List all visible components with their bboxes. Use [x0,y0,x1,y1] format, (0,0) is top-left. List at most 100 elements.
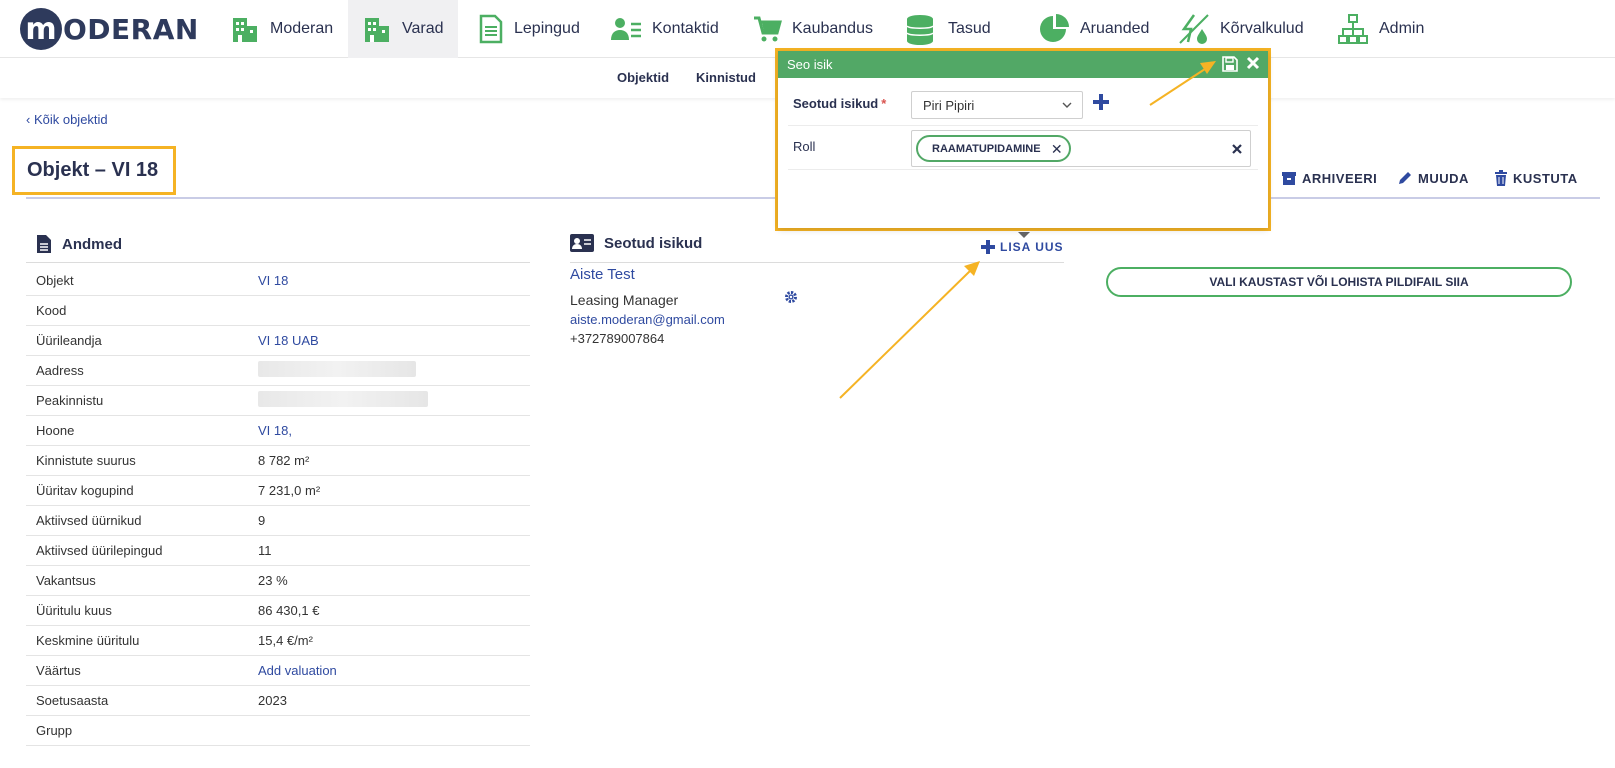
edit-button[interactable]: MUUDA [1397,170,1469,186]
andmed-row: Kood [26,296,530,326]
building-icon [365,18,389,42]
andmed-row-label: Grupp [36,723,73,738]
andmed-row: Grupp [26,716,530,746]
andmed-row-value [258,361,416,380]
andmed-row-value[interactable]: VI 18 UAB [258,333,319,348]
trash-icon [1495,170,1507,186]
andmed-row-value[interactable]: VI 18, [258,423,292,438]
remove-tag-icon[interactable]: ✕ [1051,141,1063,158]
back-link[interactable]: ‹ Kõik objektid [26,112,108,127]
popup-divider [788,125,1258,126]
role-multiselect[interactable]: RAAMATUPIDAMINE ✕ [911,130,1251,167]
chevron-down-icon [1062,102,1072,108]
nav-label: Kõrvalkulud [1220,20,1304,37]
edit-label: MUUDA [1418,170,1469,186]
archive-icon [1282,172,1296,185]
andmed-row-label: Aadress [36,363,84,378]
andmed-row-value: 15,4 €/m² [258,633,313,648]
building-icon [233,18,257,42]
nav-item-kontaktid[interactable]: Kontaktid [610,0,719,58]
utilities-icon [1179,14,1209,44]
pie-chart-icon [1040,14,1069,42]
andmed-divider [26,262,530,263]
archive-button[interactable]: ARHIVEERI [1281,170,1377,186]
andmed-row-label: Väärtus [36,663,81,678]
andmed-row: Aktiivsed üürilepingud 11 [26,536,530,566]
coins-icon [906,15,934,45]
andmed-row-label: Üüritulu kuus [36,603,112,618]
andmed-row-value: 2023 [258,693,287,708]
andmed-row-value: 9 [258,513,266,528]
nav-label: Moderan [270,20,334,37]
archive-label: ARHIVEERI [1302,170,1378,186]
andmed-row-label: Vakantsus [36,573,96,588]
person-phone: +372789007864 [570,331,665,346]
nav-label: Lepingud [514,20,580,37]
role-tag-label: RAAMATUPIDAMINE [932,142,1041,155]
andmed-row-value[interactable]: Add valuation [258,663,337,678]
nav-item-moderan[interactable]: Moderan [230,0,348,58]
person-email[interactable]: aiste.moderan@gmail.com [570,312,725,327]
person-name[interactable]: Aiste Test [570,266,635,283]
nav-label: Kontaktid [652,20,719,37]
delete-label: KUSTUTA [1513,170,1578,186]
org-chart-icon [1338,14,1368,44]
delete-button[interactable]: KUSTUTA [1494,170,1578,186]
andmed-row-value: 11 [258,543,272,558]
nav-item-admin[interactable]: Admin [1337,0,1424,58]
andmed-row: Soetusaasta 2023 [26,686,530,716]
andmed-title: Andmed [62,235,122,253]
image-upload-button[interactable]: VALI KAUSTAST VÕI LOHISTA PILDIFAIL SIIA [1106,267,1572,297]
andmed-row: Üüritulu kuus 86 430,1 € [26,596,530,626]
andmed-row: Aktiivsed üürnikud 9 [26,506,530,536]
required-mark: * [881,96,887,111]
contact-icon [611,18,641,40]
nav-label: Aruanded [1080,20,1150,37]
id-card-icon [570,234,594,252]
person-select[interactable]: Piri Pipiri [911,91,1083,119]
moderan-logo[interactable]: m ODERAN [20,8,199,50]
link-person-popup: Seo isik Seotud isikud * Piri Pipiri Roll… [778,51,1268,228]
andmed-row-value[interactable]: VI 18 [258,273,288,288]
andmed-row-label: Keskmine üüritulu [36,633,140,648]
andmed-row: Objekt VI 18 [26,266,530,296]
nav-item-varad[interactable]: Varad [348,0,458,58]
role-tag: RAAMATUPIDAMINE ✕ [916,135,1071,162]
nav-label: Varad [402,20,444,37]
nav-item-lepingud[interactable]: Lepingud [478,0,580,58]
andmed-row: Kinnistute suurus 8 782 m² [26,446,530,476]
add-new-person-icon[interactable] [1093,94,1109,110]
subnav-objektid[interactable]: Objektid [617,70,669,85]
save-icon[interactable] [1222,56,1238,72]
nav-label: Tasud [948,20,991,37]
redacted-value [258,361,416,377]
andmed-row: Aadress [26,356,530,386]
andmed-row-label: Üüritav kogupind [36,483,134,498]
popup-divider [788,169,1258,170]
clear-icon[interactable] [1232,144,1242,154]
add-person-button[interactable]: LISA UUS [981,240,1064,254]
subnav-kinnistud[interactable]: Kinnistud [696,70,756,85]
seotud-divider [570,262,1064,263]
andmed-row: Vakantsus 23 % [26,566,530,596]
plus-icon [981,240,995,254]
andmed-row-label: Aktiivsed üürilepingud [36,543,163,558]
andmed-row: Hoone VI 18, [26,416,530,446]
andmed-row: Peakinnistu [26,386,530,416]
seotud-heading: Seotud isikud [570,234,702,252]
cart-icon [754,16,782,42]
andmed-row-label: Objekt [36,273,74,288]
andmed-row-label: Hoone [36,423,75,438]
andmed-row-label: Kinnistute suurus [36,453,136,468]
close-icon[interactable] [1246,56,1260,70]
person-field-label: Seotud isikud * [793,96,886,111]
popup-title: Seo isik [787,57,833,72]
andmed-row: Väärtus Add valuation [26,656,530,686]
role-field-label: Roll [793,139,816,154]
andmed-row-value [258,391,428,410]
andmed-row-value: 23 % [258,573,288,588]
logo-text: ODERAN [63,12,199,46]
seotud-title: Seotud isikud [604,234,703,252]
gear-icon[interactable] [784,290,798,304]
page-title-box: Objekt – VI 18 [12,146,176,195]
